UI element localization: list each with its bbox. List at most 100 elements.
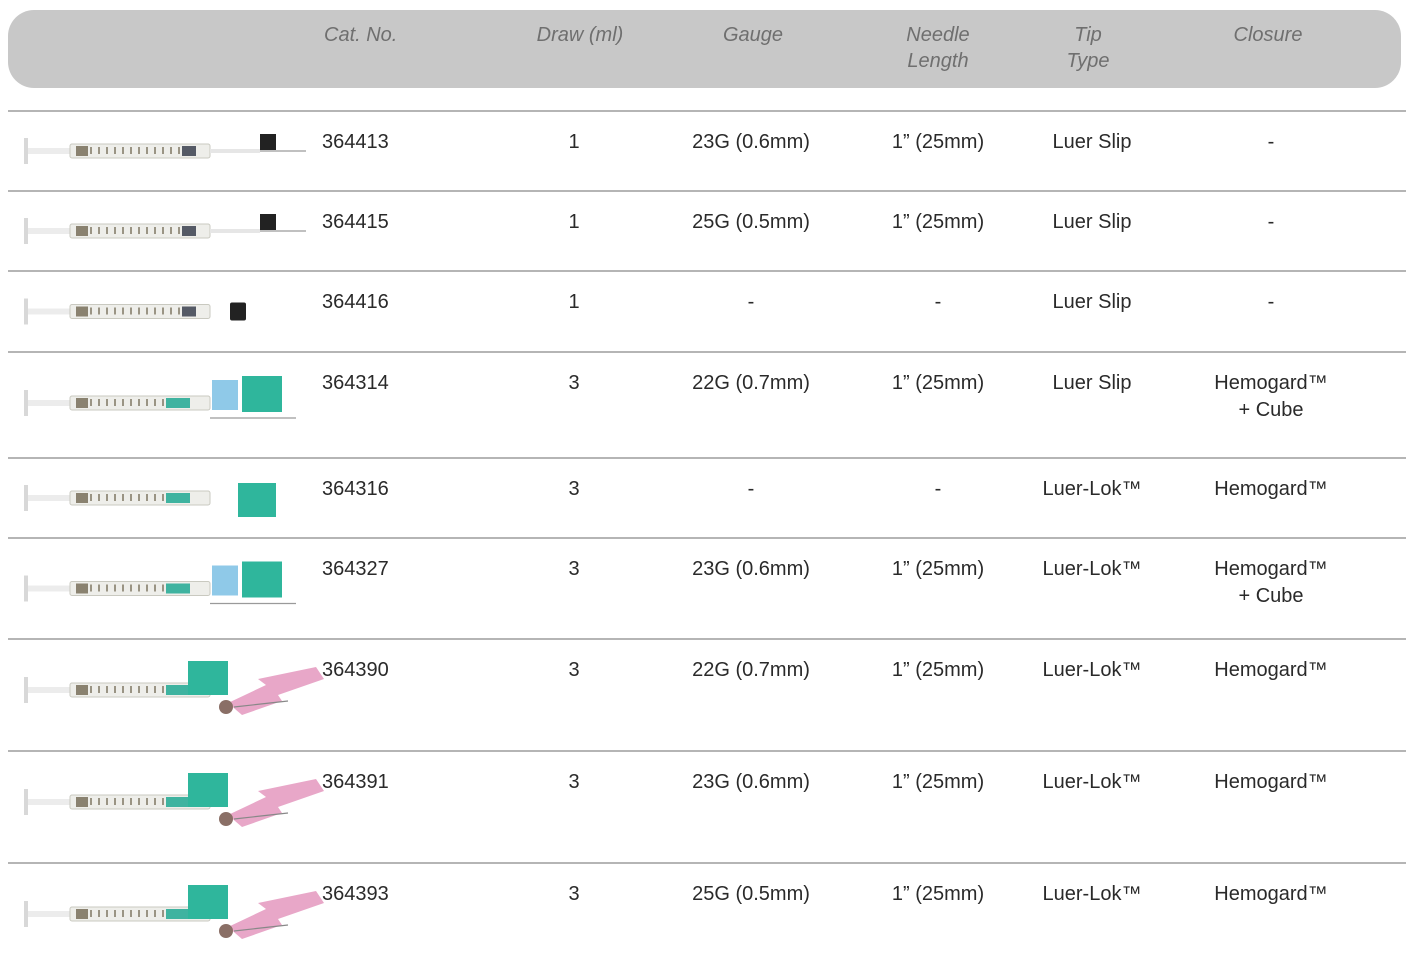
graduation xyxy=(146,399,148,406)
cell-closure-line2: + Cube xyxy=(1238,399,1304,421)
header-tip-type-line1: Tip xyxy=(1074,24,1102,46)
cell-closure-line1: - xyxy=(1267,211,1275,233)
cap xyxy=(188,773,228,807)
graduation xyxy=(130,686,132,693)
hub xyxy=(166,398,190,408)
cap xyxy=(230,302,246,321)
cell-length: 1” (25mm) xyxy=(891,131,985,153)
table-row: 364393 3 25G (0.5mm) 1” (25mm) Luer-Lok™ Hemo… xyxy=(8,863,1406,972)
cap xyxy=(242,376,282,412)
plunger xyxy=(28,400,70,406)
graduation xyxy=(162,686,164,693)
header-cat-no: Cat. No. xyxy=(324,24,398,46)
graduation xyxy=(106,686,108,693)
graduation xyxy=(106,798,108,805)
graduation xyxy=(146,147,148,154)
graduation xyxy=(122,494,124,501)
graduation xyxy=(90,307,92,315)
cell-draw: 1 xyxy=(568,211,580,233)
graduation xyxy=(138,147,140,154)
table-row: 364415 1 25G (0.5mm) 1” (25mm) Luer Slip - xyxy=(8,191,1406,271)
graduation xyxy=(114,910,116,917)
graduation xyxy=(154,227,156,234)
cell-tip: Luer Slip xyxy=(1052,131,1132,153)
cell-gauge: - xyxy=(747,478,755,500)
cell-draw: 3 xyxy=(568,659,580,681)
cell-cat-no: 364416 xyxy=(322,291,389,313)
graduation xyxy=(114,227,116,234)
plunger xyxy=(28,911,70,917)
cell-closure: - xyxy=(1171,209,1371,236)
graduation xyxy=(138,584,140,592)
graduation xyxy=(106,227,108,234)
graduation xyxy=(122,584,124,592)
cell-tip: Luer Slip xyxy=(1052,372,1132,394)
graduation xyxy=(138,399,140,406)
safety-syringe-icon xyxy=(16,867,326,963)
cell-closure-line1: Hemogard™ xyxy=(1214,771,1328,793)
hub xyxy=(182,306,196,317)
graduation xyxy=(138,494,140,501)
graduation xyxy=(106,399,108,406)
safety-syringe-icon xyxy=(16,755,326,851)
graduation xyxy=(106,584,108,592)
graduation xyxy=(162,147,164,154)
graduation xyxy=(146,584,148,592)
graduation xyxy=(90,494,92,501)
hub xyxy=(166,797,190,807)
graduation xyxy=(106,307,108,315)
graduation xyxy=(162,798,164,805)
graduation xyxy=(146,307,148,315)
graduation xyxy=(138,798,140,805)
table-row: 364416 1 - - Luer Slip - xyxy=(8,271,1406,352)
cell-cat-no: 364391 xyxy=(322,771,389,793)
cell-tip: Luer-Lok™ xyxy=(1042,771,1142,793)
graduation xyxy=(106,147,108,154)
table-row: 364413 1 23G (0.6mm) 1” (25mm) Luer Slip - xyxy=(8,111,1406,191)
graduation xyxy=(98,686,100,693)
graduation xyxy=(122,147,124,154)
graduation xyxy=(122,686,124,693)
cell-closure: Hemogard™ + Cube xyxy=(1171,370,1371,424)
cell-closure-line1: - xyxy=(1267,131,1275,153)
graduation xyxy=(162,584,164,592)
flange xyxy=(24,485,28,511)
graduation xyxy=(130,147,132,154)
flange xyxy=(24,789,28,815)
graduation xyxy=(130,494,132,501)
cell-closure: - xyxy=(1171,129,1371,156)
graduation xyxy=(146,798,148,805)
graduation xyxy=(122,227,124,234)
graduation xyxy=(154,798,156,805)
graduation xyxy=(178,147,180,154)
cell-length: 1” (25mm) xyxy=(891,558,985,580)
graduation xyxy=(154,686,156,693)
graduation xyxy=(138,307,140,315)
graduation xyxy=(130,399,132,406)
graduation xyxy=(154,584,156,592)
graduation xyxy=(138,910,140,917)
plunger xyxy=(28,148,70,154)
cell-gauge: 25G (0.5mm) xyxy=(692,211,810,233)
cap xyxy=(260,214,276,230)
cap xyxy=(188,661,228,695)
flange xyxy=(24,390,28,416)
graduation xyxy=(122,399,124,406)
cell-draw: 3 xyxy=(568,478,580,500)
graduation xyxy=(114,494,116,501)
graduation xyxy=(178,227,180,234)
cell-length: 1” (25mm) xyxy=(891,771,985,793)
cap xyxy=(260,134,276,150)
plunger xyxy=(28,308,70,315)
cell-cat-no: 364390 xyxy=(322,659,389,681)
header-needle-length-line2: Length xyxy=(907,50,969,72)
cell-closure-line1: Hemogard™ xyxy=(1214,372,1328,394)
stopper xyxy=(76,493,88,503)
graduation xyxy=(130,307,132,315)
graduation xyxy=(90,147,92,154)
graduation xyxy=(114,399,116,406)
graduation xyxy=(114,686,116,693)
stopper xyxy=(76,583,88,594)
stopper xyxy=(76,398,88,408)
graduation xyxy=(90,798,92,805)
